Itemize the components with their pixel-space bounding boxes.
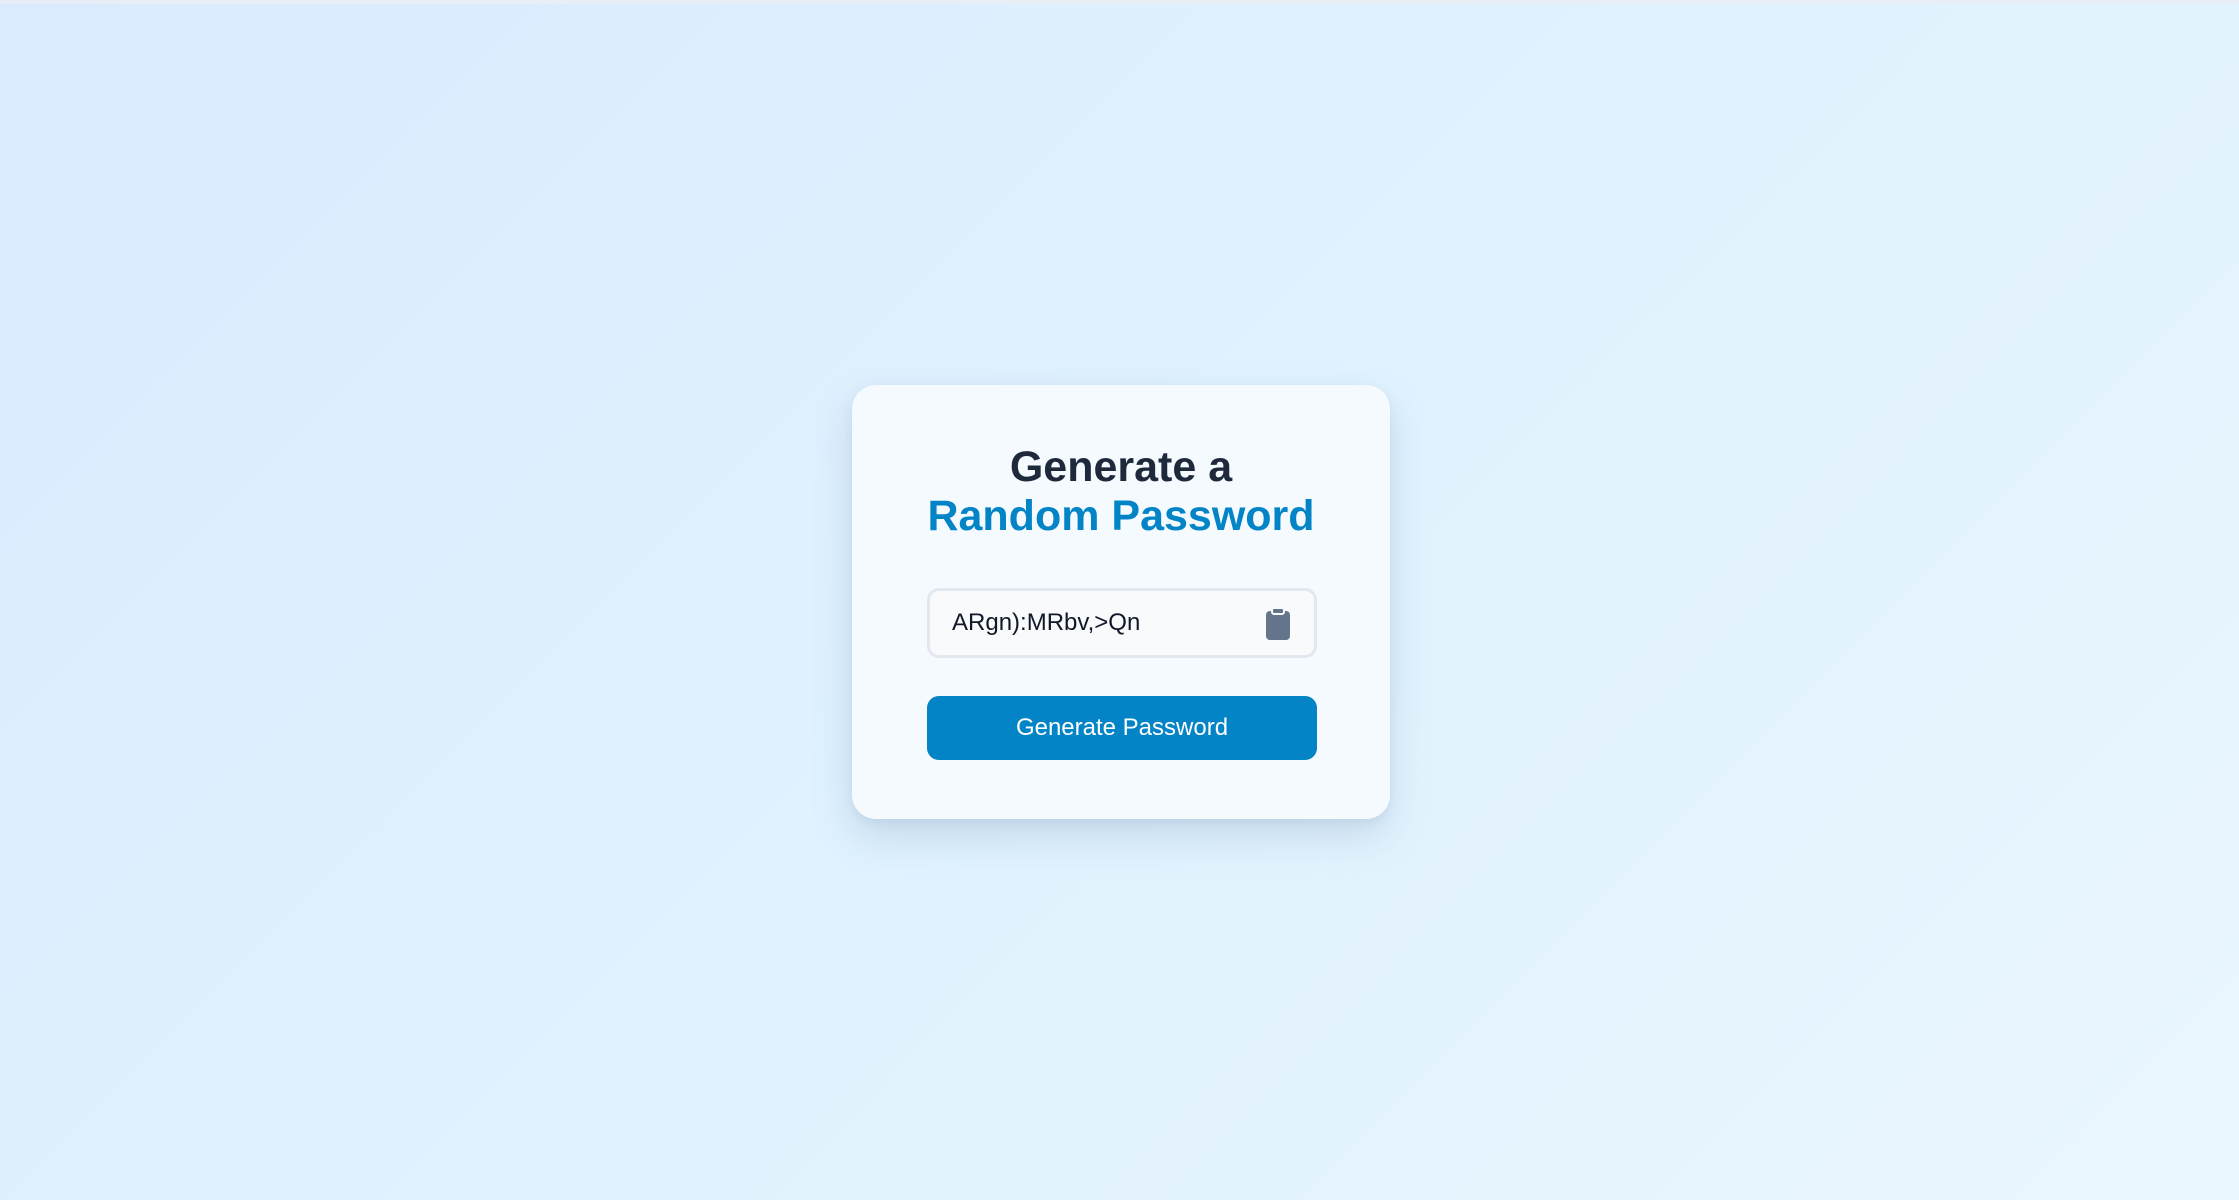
generate-password-button[interactable]: Generate Password [927,696,1317,760]
page-title: Generate a Random Password [852,443,1390,541]
password-generator-card: Generate a Random Password ARgn):MRbv,>Q… [852,385,1390,819]
copy-to-clipboard-button[interactable] [1264,607,1292,641]
title-line-2: Random Password [927,492,1315,540]
top-edge-strip [0,0,2239,4]
password-display[interactable]: ARgn):MRbv,>Qn [927,588,1317,658]
clipboard-icon [1266,607,1290,640]
title-line-1: Generate a [1009,443,1233,491]
password-value[interactable]: ARgn):MRbv,>Qn [952,591,1140,655]
